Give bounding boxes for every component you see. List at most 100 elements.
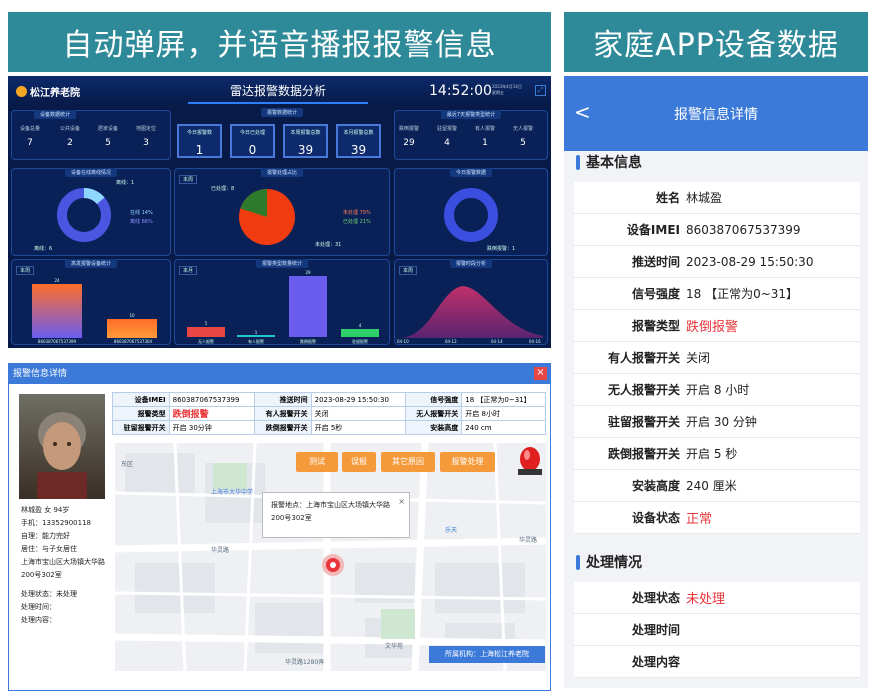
table-value: 开启 8小时 [461,406,546,421]
table-key: 设备IMEI [112,392,170,407]
person-living: 居住：与子女居住 [21,545,77,553]
table-row: 驻留报警开关 开启 30分钟 跌倒报警开关 开启 5秒 安装高度 240 cm [112,420,546,435]
list-item: 有人报警开关 关闭 [574,342,860,374]
bar [32,284,82,338]
table-row: 设备IMEI 860387067537399 推送时间 2023-08-29 15:… [112,392,546,407]
dashboard-time: 14:52:00 [429,83,492,99]
alarm-info-table: 设备IMEI 860387067537399 推送时间 2023-08-29 15:… [112,392,546,435]
online-donut-chart [57,188,111,242]
period-select[interactable]: 本月 [179,266,198,275]
handling-list: 处理状态 未处理 处理时间 处理内容 [574,582,860,678]
dashboard-title: 雷达报警数据分析 [188,78,368,104]
list-item: 无人报警开关 开启 8 小时 [574,374,860,406]
unhandled-label: 未处理：31 [315,242,342,248]
map-label: 华灵路1280弄 [285,659,325,666]
list-item: 处理内容 [574,646,860,678]
item-key: 有人报警开关 [607,351,680,365]
table-value: 开启 5秒 [310,420,406,435]
handling-content: 处理内容： [21,616,56,624]
table-value: 18 【正常为0~31】 [461,392,546,407]
handling-pie-chart [239,189,295,245]
stat-value: 29 [403,138,415,148]
test-button[interactable]: 测试 [296,452,338,472]
period-select[interactable]: 本周 [179,175,198,184]
today-alarm-panel: 今日报警数据 跌倒报警：1 [394,168,548,256]
legend-handled: 已处理 21% [343,219,371,225]
time-area [401,286,543,338]
handle-alarm-button[interactable]: 报警处理 [440,452,495,472]
stat-label: 居家设备 [98,126,119,132]
person-phone: 手机：13352900118 [21,519,91,527]
close-icon[interactable]: × [534,367,547,380]
panel-title: 报警数据统计 [260,108,304,117]
alarm-siren-icon [518,447,542,475]
bar-label: 无人报警 [198,339,214,344]
false-alarm-button[interactable]: 误报 [342,452,376,472]
dialog-titlebar: 报警信息详情 × [9,364,550,384]
stat-value: 5 [105,138,111,148]
person-address-2: 200号302室 [21,571,62,579]
panel-title: 设备数据统计 [34,110,77,119]
box-value: 39 [297,143,314,157]
location-map[interactable]: 东区 上海市大华中学 华灵路 华灵路 文华苑 华灵路1280弄 乐天 [115,443,546,671]
box-value: 39 [350,143,367,157]
alarm-type-value: 跌倒报警 [168,406,255,421]
table-key: 有人报警开关 [253,406,312,421]
bar-label: 860387067537399 [37,339,77,344]
table-value: 860387067537399 [168,392,255,407]
x-tick: 04-10 [397,339,409,344]
stat-home: 居家设备 5 [98,125,118,148]
logo-text: 松江养老院 [30,88,80,99]
period-select[interactable]: 本周 [16,266,35,275]
table-value: 开启 30分钟 [168,420,255,435]
handling-status: 处理状态：未处理 [21,590,77,598]
item-key: 姓名 [655,191,680,205]
item-key: 信号强度 [631,287,680,301]
period-select[interactable]: 本周 [399,266,418,275]
close-icon[interactable]: × [398,495,405,508]
stat-label: 跌倒报警 [399,126,420,132]
list-item: 信号强度 18 【正常为0~31】 [574,278,860,310]
map-label: 上海市大华中学 [211,489,254,496]
item-value: 开启 8 小时 [686,383,750,397]
right-header: 家庭APP设备数据 [564,12,868,72]
list-item: 推送时间 2023-08-29 15:50:30 [574,246,860,278]
list-item: 安装高度 240 厘米 [574,470,860,502]
elderly-portrait-image [37,412,87,499]
online-status-panel: 设备在线离线情况 离线：1 在线 14% 离线 86% 离线：6 [11,168,171,256]
map-label: 东区 [121,461,134,468]
stat-stay: 驻留报警 4 [437,125,457,148]
bar-value: 4 [358,323,362,328]
bar [107,319,157,338]
stat-value: 2 [67,138,73,148]
section-handling: 处理情况 [576,552,642,572]
stat-fall: 跌倒报警 29 [399,125,419,148]
table-key: 报警类型 [112,406,170,421]
location-pin-icon[interactable] [321,553,345,577]
bar [187,327,225,337]
dashboard-logo: 松江养老院 [16,84,80,99]
other-reason-button[interactable]: 其它原因 [381,452,435,472]
time-area-chart [401,286,543,338]
tooltip-address-2: 200号302室 [271,514,312,522]
item-value: 2023-08-29 15:50:30 [686,254,814,269]
tooltip-address: 报警地点：上海市宝山区大场镇大华路 [271,501,390,509]
stat-label: 无人报警 [513,126,534,132]
item-key: 设备状态 [631,511,680,525]
stat-value: 7 [27,138,33,148]
map-label: 华灵路 [211,547,230,554]
table-key: 信号强度 [404,392,463,407]
list-item: 驻留报警开关 开启 30 分钟 [574,406,860,438]
panel-title: 高发报警设备统计 [64,259,118,268]
item-value: 860387067537399 [686,222,801,237]
item-key: 设备IMEI [626,223,680,237]
box-label: 本月报警总数 [343,130,374,136]
person-photo [19,394,105,499]
handling-info: 处理状态：未处理 处理时间： 处理内容： [21,588,113,627]
map-label: 文华苑 [385,643,404,650]
high-freq-device-panel: 高发报警设备统计 本周 24 10 860387067537399 860387… [11,259,171,345]
fullscreen-icon[interactable]: ⤢ [535,85,546,96]
item-value: 240 厘米 [686,479,737,493]
alarm-detail-dialog: 报警信息详情 × 林城盈 女 94岁 手机：13352900118 自理：能力完… [8,363,551,691]
person-info: 林城盈 女 94岁 手机：13352900118 自理：能力完好 居住：与子女居… [21,504,113,582]
